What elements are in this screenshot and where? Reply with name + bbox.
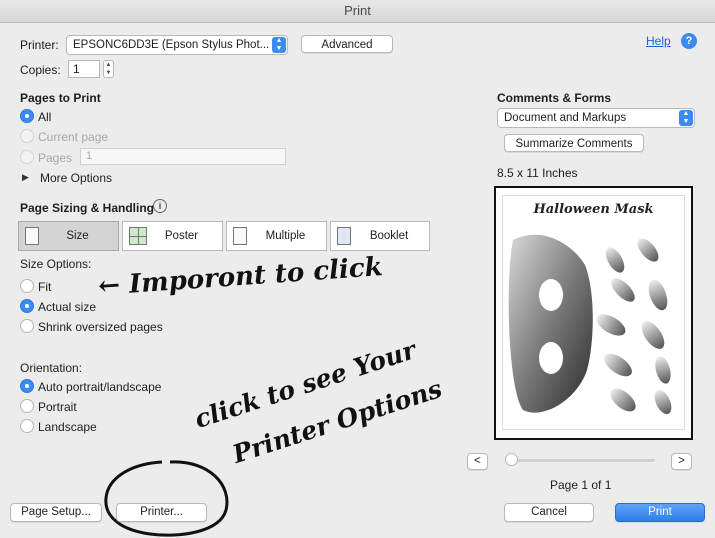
page-sizing-heading: Page Sizing & Handling: [20, 201, 155, 215]
fit-label: Fit: [38, 280, 52, 294]
window-title: Print: [0, 0, 715, 23]
all-label: All: [38, 110, 52, 124]
annotation-important-note: ← Imporont to click: [97, 252, 384, 302]
radio-landscape[interactable]: [20, 419, 34, 433]
page-slider-track[interactable]: [505, 459, 655, 462]
radio-portrait[interactable]: [20, 399, 34, 413]
printer-select-value: EPSONC6DD3E (Epson Stylus Phot...: [73, 39, 270, 51]
page-indicator: Page 1 of 1: [550, 478, 612, 492]
comments-select-value: Document and Markups: [504, 112, 627, 124]
comments-select[interactable]: Document and Markups ▲ ▼: [497, 108, 695, 128]
pages-to-print-heading: Pages to Print: [20, 91, 101, 105]
summarize-comments-button[interactable]: Summarize Comments: [504, 134, 644, 152]
printer-label: Printer:: [20, 38, 59, 52]
chevron-updown-icon: ▲ ▼: [272, 37, 286, 53]
radio-pages[interactable]: [20, 150, 34, 164]
copies-stepper[interactable]: ▲ ▼: [103, 60, 114, 78]
tab-size-label: Size: [66, 230, 89, 242]
landscape-label: Landscape: [38, 420, 97, 434]
page-slider-thumb[interactable]: [505, 453, 518, 466]
radio-actual-size[interactable]: [20, 299, 34, 313]
shrink-label: Shrink oversized pages: [38, 320, 163, 334]
info-icon[interactable]: i: [153, 199, 167, 213]
radio-all[interactable]: [20, 109, 34, 123]
mask-illustration: [508, 234, 672, 415]
preview-doc-title: Halloween Mask: [533, 202, 654, 217]
current-page-label: Current page: [38, 130, 109, 144]
portrait-label: Portrait: [38, 400, 77, 414]
copies-input[interactable]: 1: [68, 60, 100, 78]
radio-auto-orientation[interactable]: [20, 379, 34, 393]
printer-select[interactable]: EPSONC6DD3E (Epson Stylus Phot... ▲ ▼: [66, 35, 288, 55]
tab-multiple-label: Multiple: [265, 230, 306, 242]
next-page-button[interactable]: >: [671, 453, 692, 470]
tab-booklet-label: Booklet: [369, 230, 409, 242]
tab-poster[interactable]: Poster: [122, 221, 223, 251]
tab-booklet[interactable]: Booklet: [330, 221, 430, 251]
orientation-label: Orientation:: [20, 361, 83, 375]
help-icon[interactable]: ?: [681, 33, 697, 49]
print-button[interactable]: Print: [615, 503, 705, 522]
advanced-button[interactable]: Advanced: [301, 35, 393, 53]
previous-page-button[interactable]: <: [467, 453, 488, 470]
auto-orientation-label: Auto portrait/landscape: [38, 380, 162, 394]
annotation-circle: [104, 460, 229, 537]
help-link[interactable]: Help: [646, 34, 671, 48]
more-options-label[interactable]: More Options: [40, 171, 112, 185]
pages-range-input[interactable]: 1: [80, 148, 286, 165]
paper-size-label: 8.5 x 11 Inches: [497, 166, 578, 180]
preview-page: Halloween Mask: [503, 196, 684, 429]
radio-shrink[interactable]: [20, 319, 34, 333]
copies-label: Copies:: [20, 63, 61, 77]
printer-button[interactable]: Printer...: [116, 503, 207, 522]
page-setup-button[interactable]: Page Setup...: [10, 503, 102, 522]
tab-multiple[interactable]: Multiple: [226, 221, 327, 251]
print-preview: Halloween Mask: [494, 186, 693, 440]
tab-size[interactable]: Size: [18, 221, 119, 251]
radio-current-page[interactable]: [20, 129, 34, 143]
tab-poster-label: Poster: [164, 230, 199, 242]
size-options-label: Size Options:: [20, 257, 92, 271]
comments-heading: Comments & Forms: [497, 91, 612, 105]
radio-fit[interactable]: [20, 279, 34, 293]
disclosure-triangle-icon[interactable]: ▶: [22, 172, 29, 183]
actual-size-label: Actual size: [38, 300, 97, 314]
pages-label: Pages: [38, 151, 73, 165]
cancel-button[interactable]: Cancel: [504, 503, 594, 522]
chevron-updown-icon: ▲ ▼: [679, 110, 693, 126]
